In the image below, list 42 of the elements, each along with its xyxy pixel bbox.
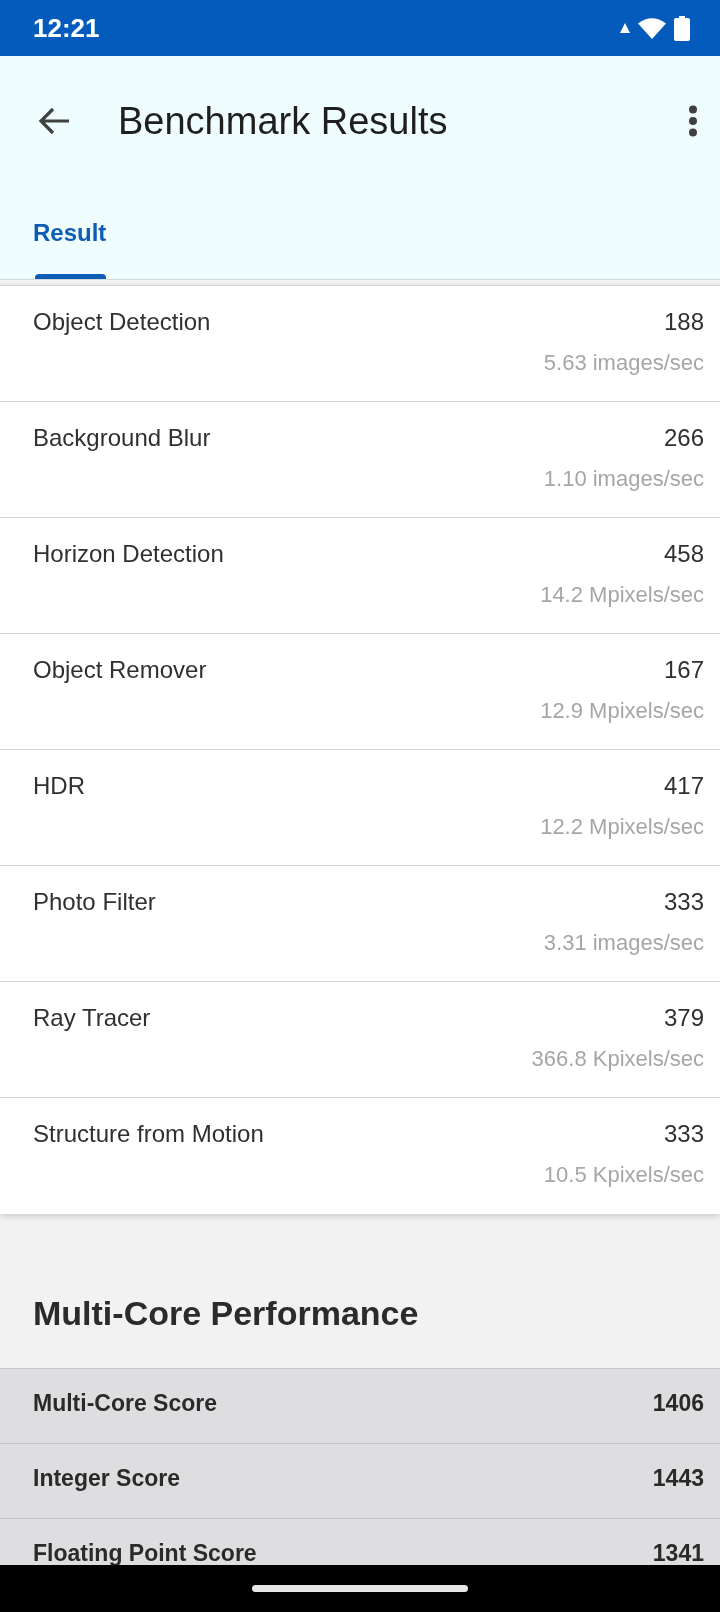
- benchmark-name: Horizon Detection: [33, 539, 224, 569]
- score-label: Integer Score: [33, 1464, 180, 1492]
- benchmark-name: HDR: [33, 771, 85, 801]
- benchmark-score: 333: [663, 887, 704, 917]
- section-title: Multi-Core Performance: [33, 1293, 419, 1334]
- benchmark-rate: 366.8 Kpixels/sec: [531, 1045, 704, 1073]
- benchmark-name: Ray Tracer: [33, 1003, 151, 1033]
- benchmark-name: Structure from Motion: [33, 1119, 264, 1149]
- benchmark-score: 188: [663, 307, 704, 337]
- benchmark-score: 417: [663, 771, 704, 801]
- benchmark-rate: 5.63 images/sec: [543, 349, 704, 377]
- more-vertical-icon: [688, 105, 698, 137]
- gesture-handle-icon[interactable]: [252, 1585, 468, 1592]
- benchmark-rate: 1.10 images/sec: [543, 465, 704, 493]
- benchmark-rate: 14.2 Mpixels/sec: [540, 581, 704, 609]
- benchmark-name: Background Blur: [33, 423, 211, 453]
- score-value: 1406: [652, 1389, 704, 1417]
- benchmark-score: 266: [663, 423, 704, 453]
- score-label: Multi-Core Score: [33, 1389, 218, 1417]
- battery-icon: [674, 15, 690, 41]
- benchmark-score: 458: [663, 539, 704, 569]
- more-options-button[interactable]: [688, 105, 698, 137]
- benchmark-name: Object Detection: [33, 307, 211, 337]
- result-tab[interactable]: Result: [29, 186, 111, 279]
- score-value: 1443: [652, 1464, 704, 1492]
- benchmark-rate: 12.9 Mpixels/sec: [540, 697, 704, 725]
- screen-title: Benchmark Results: [118, 99, 448, 144]
- benchmark-score: 333: [663, 1119, 704, 1149]
- back-button[interactable]: [38, 107, 70, 135]
- wifi-icon: [638, 17, 666, 39]
- data-triangle-icon: [620, 23, 630, 33]
- score-label: Floating Point Score: [33, 1539, 257, 1565]
- benchmark-rate: 12.2 Mpixels/sec: [540, 813, 704, 841]
- benchmark-rate: 3.31 images/sec: [543, 929, 704, 957]
- benchmark-score: 167: [663, 655, 704, 685]
- benchmark-name: Object Remover: [33, 655, 207, 685]
- score-value: 1341: [652, 1539, 704, 1565]
- back-arrow-icon: [38, 107, 70, 135]
- benchmark-score: 379: [663, 1003, 704, 1033]
- benchmark-name: Photo Filter: [33, 887, 156, 917]
- benchmark-rate: 10.5 Kpixels/sec: [543, 1161, 704, 1189]
- status-time: 12:21: [33, 13, 100, 43]
